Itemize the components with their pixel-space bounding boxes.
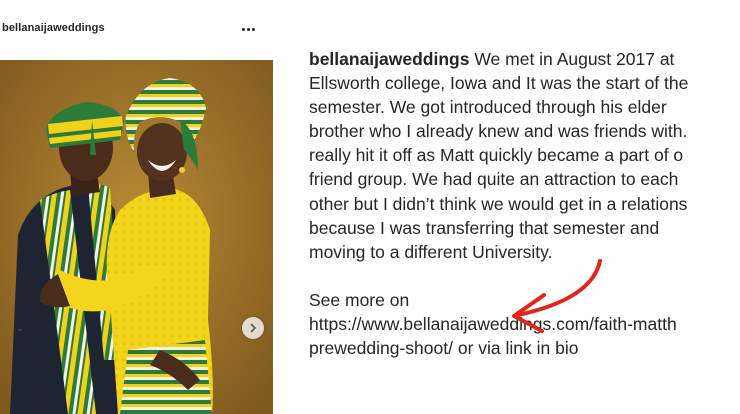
svg-text:~: ~: [18, 328, 22, 334]
caption-line: other but I didn’t think we would get in…: [309, 193, 688, 214]
instagram-post: bellanaijaweddings ~ bellanaijaweddings …: [0, 0, 740, 414]
caption-line: really hit it off as Matt quickly became…: [309, 145, 684, 166]
chevron-right-icon: [250, 323, 256, 333]
caption-line: because I was transferring that semester…: [309, 217, 660, 238]
caption-first-text: We met in August 2017 at: [474, 49, 675, 69]
caption-username[interactable]: bellanaijaweddings: [309, 49, 469, 69]
post-header: bellanaijaweddings: [0, 0, 280, 60]
more-options-button[interactable]: [234, 18, 262, 40]
red-arrow-annotation-icon: [512, 259, 602, 333]
more-horizontal-icon: [241, 27, 245, 31]
caption-line: brother who I already knew and was frien…: [309, 121, 688, 142]
post-photo[interactable]: ~: [0, 60, 273, 414]
caption-line: Ellsworth college, Iowa and It was the s…: [309, 73, 689, 94]
more-dot: [251, 27, 255, 31]
caption-line: semester. We got introduced through his …: [309, 97, 667, 118]
post-username[interactable]: bellanaijaweddings: [2, 22, 105, 34]
caption-line-1: bellanaijaweddings We met in August 2017…: [309, 47, 740, 71]
couple-photo-image: ~: [0, 60, 273, 414]
carousel-next-button[interactable]: [242, 317, 264, 339]
caption-line: friend group. We had quite an attraction…: [309, 169, 679, 190]
more-dot: [246, 27, 250, 31]
